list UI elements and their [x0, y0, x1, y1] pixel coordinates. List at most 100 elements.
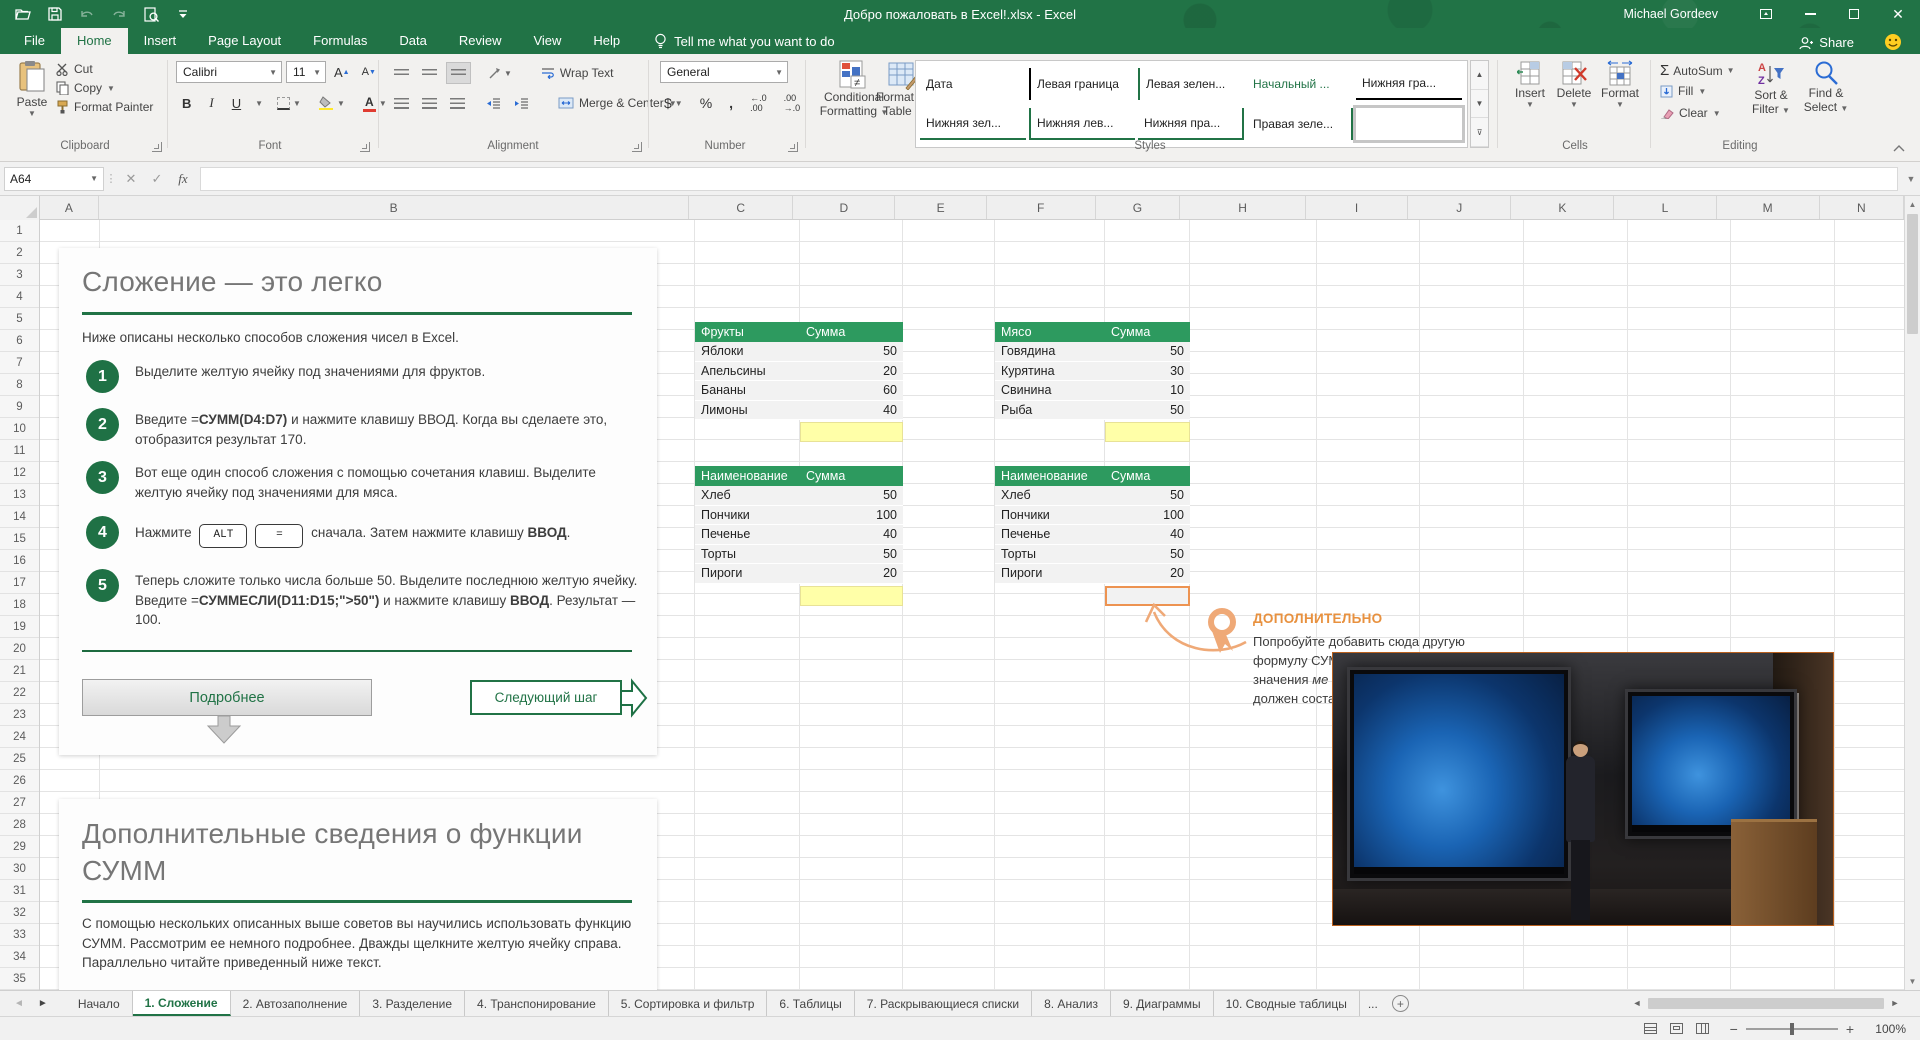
close-icon[interactable]: ✕ [1876, 0, 1920, 28]
row-header-3[interactable]: 3 [0, 264, 39, 286]
cell-label[interactable]: Говядина [995, 342, 1105, 361]
more-details-button[interactable]: Подробнее [82, 679, 372, 716]
cell-value[interactable]: 100 [1105, 506, 1190, 525]
sheet-tab-10. Сводные таблицы[interactable]: 10. Сводные таблицы [1214, 991, 1360, 1016]
formula-input[interactable] [200, 167, 1898, 191]
number-format-select[interactable]: General▼ [660, 61, 788, 83]
row-header-10[interactable]: 10 [0, 418, 39, 440]
redo-icon[interactable] [110, 5, 128, 23]
decrease-indent-button[interactable] [482, 92, 505, 114]
cell-label[interactable]: Хлеб [995, 486, 1105, 505]
fill-dropdown-arrow[interactable]: ▼ [1698, 87, 1706, 96]
font-dialog-launcher[interactable] [360, 142, 370, 152]
format-dropdown-arrow[interactable]: ▼ [1616, 100, 1624, 109]
row-header-24[interactable]: 24 [0, 726, 39, 748]
row-header-5[interactable]: 5 [0, 308, 39, 330]
column-header-A[interactable]: A [40, 196, 100, 219]
cell-value[interactable]: 100 [800, 506, 903, 525]
column-header-I[interactable]: I [1306, 196, 1408, 219]
row-header-9[interactable]: 9 [0, 396, 39, 418]
accounting-format-button[interactable]: $▼ [660, 92, 687, 114]
clear-dropdown-arrow[interactable]: ▼ [1713, 109, 1721, 118]
cell-style-Дата[interactable]: Дата [920, 68, 1026, 100]
cell-label[interactable]: Бананы [695, 381, 800, 400]
insert-dropdown-arrow[interactable]: ▼ [1526, 100, 1534, 109]
column-header-N[interactable]: N [1820, 196, 1904, 219]
delete-dropdown-arrow[interactable]: ▼ [1570, 100, 1578, 109]
cell-value[interactable]: 10 [1105, 381, 1190, 400]
cell-style-normal[interactable] [1356, 108, 1462, 140]
cell-label[interactable]: Печенье [695, 525, 800, 544]
cell-value[interactable]: 60 [800, 381, 903, 400]
comma-style-button[interactable]: , [725, 92, 737, 114]
sheet-tabs-overflow[interactable]: ... [1360, 991, 1386, 1016]
percent-style-button[interactable]: % [696, 92, 716, 114]
column-header-M[interactable]: M [1717, 196, 1820, 219]
row-header-32[interactable]: 32 [0, 902, 39, 924]
cell-label[interactable]: Пончики [995, 506, 1105, 525]
print-preview-icon[interactable] [142, 5, 160, 23]
sheet-tab-Начало[interactable]: Начало [66, 991, 133, 1016]
row-header-26[interactable]: 26 [0, 770, 39, 792]
horizontal-scroll-thumb[interactable] [1648, 998, 1884, 1009]
normal-view-button[interactable] [1638, 1019, 1664, 1039]
vertical-scroll-thumb[interactable] [1907, 214, 1918, 334]
cell-label[interactable]: Пироги [695, 564, 800, 583]
alignment-dialog-launcher[interactable] [632, 142, 642, 152]
vertical-scrollbar[interactable]: ▲ ▼ [1904, 196, 1920, 990]
clipboard-dialog-launcher[interactable] [152, 142, 162, 152]
sort-filter-button[interactable]: AZ Sort &Filter ▼ [1745, 60, 1797, 118]
customize-qat-icon[interactable] [174, 5, 192, 23]
row-header-27[interactable]: 27 [0, 792, 39, 814]
insert-function-button[interactable]: fx [170, 167, 196, 191]
top-align-button[interactable] [390, 62, 413, 84]
minimize-icon[interactable] [1788, 0, 1832, 28]
account-user-name[interactable]: Michael Gordeev [1624, 7, 1719, 21]
cell-label[interactable]: Торты [995, 545, 1105, 564]
sheet-tab-1. Сложение[interactable]: 1. Сложение [133, 991, 231, 1016]
ribbon-tab-home[interactable]: Home [61, 28, 128, 54]
cell-label[interactable]: Рыба [995, 401, 1105, 420]
paste-dropdown-arrow[interactable]: ▼ [28, 109, 36, 118]
yellow-formula-cell[interactable] [800, 586, 903, 606]
paste-button[interactable]: Paste ▼ [10, 60, 54, 118]
column-header-E[interactable]: E [895, 196, 986, 219]
cell-style-Левая зелен...[interactable]: Левая зелен... [1138, 68, 1244, 100]
zoom-level[interactable]: 100% [1864, 1022, 1906, 1036]
row-header-31[interactable]: 31 [0, 880, 39, 902]
row-header-13[interactable]: 13 [0, 484, 39, 506]
row-header-23[interactable]: 23 [0, 704, 39, 726]
italic-button[interactable]: I [205, 92, 217, 114]
name-box[interactable]: A64▼ [4, 167, 104, 191]
row-header-12[interactable]: 12 [0, 462, 39, 484]
column-header-J[interactable]: J [1408, 196, 1511, 219]
column-header-D[interactable]: D [793, 196, 895, 219]
ribbon-tab-file[interactable]: File [8, 28, 61, 54]
ribbon-tab-page-layout[interactable]: Page Layout [192, 28, 297, 54]
expand-formula-bar-icon[interactable]: ▼ [1902, 174, 1920, 184]
increase-decimal-button[interactable]: ←.0.00 [746, 92, 771, 114]
cell-label[interactable]: Печенье [995, 525, 1105, 544]
cell-value[interactable]: 50 [1105, 342, 1190, 361]
column-header-K[interactable]: K [1511, 196, 1614, 219]
align-center-button[interactable] [418, 92, 441, 114]
cut-button[interactable]: Cut [56, 62, 93, 76]
font-color-button[interactable]: A▼ [359, 92, 391, 114]
row-header-7[interactable]: 7 [0, 352, 39, 374]
scroll-down-icon[interactable]: ▼ [1905, 973, 1920, 990]
gallery-scroll-down-icon[interactable]: ▼ [1471, 90, 1488, 119]
sheet-tab-6. Таблицы[interactable]: 6. Таблицы [767, 991, 854, 1016]
middle-align-button[interactable] [418, 62, 441, 84]
column-header-L[interactable]: L [1614, 196, 1716, 219]
delete-cells-button[interactable]: Delete ▼ [1552, 60, 1596, 109]
underline-button[interactable]: U [228, 92, 245, 114]
row-header-16[interactable]: 16 [0, 550, 39, 572]
cell-style-Левая граница[interactable]: Левая граница [1029, 68, 1135, 100]
row-header-6[interactable]: 6 [0, 330, 39, 352]
borders-button[interactable]: ▼ [273, 92, 305, 114]
collapse-ribbon-icon[interactable] [1893, 144, 1905, 152]
ribbon-tab-insert[interactable]: Insert [128, 28, 193, 54]
font-family-select[interactable]: Calibri▼ [176, 61, 282, 83]
row-header-29[interactable]: 29 [0, 836, 39, 858]
row-header-21[interactable]: 21 [0, 660, 39, 682]
